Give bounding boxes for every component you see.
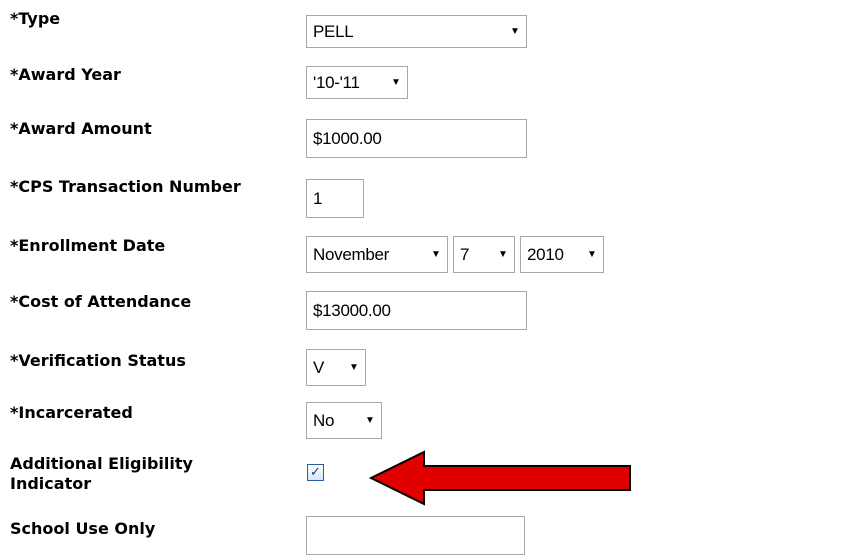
incarcerated-value: No <box>313 410 335 430</box>
cps-transaction-number-label: *CPS Transaction Number <box>10 177 241 196</box>
school-use-only-input[interactable] <box>306 516 525 555</box>
chevron-down-icon: ▼ <box>498 248 508 260</box>
cost-of-attendance-label: *Cost of Attendance <box>10 292 192 311</box>
additional-eligibility-checkbox[interactable]: ✓ <box>307 464 324 481</box>
chevron-down-icon: ▼ <box>349 361 359 373</box>
cps-transaction-number-value: 1 <box>313 188 323 208</box>
type-select-value: PELL <box>313 21 354 41</box>
enrollment-day-select[interactable]: 7 ▼ <box>453 236 515 273</box>
incarcerated-label: *Incarcerated <box>10 403 133 422</box>
additional-eligibility-label-line2: Indicator <box>10 474 92 493</box>
verification-status-value: V <box>313 357 325 377</box>
award-year-label: *Award Year <box>10 65 121 84</box>
enrollment-year-select[interactable]: 2010 ▼ <box>520 236 604 273</box>
chevron-down-icon: ▼ <box>587 248 597 260</box>
school-use-only-label: School Use Only <box>10 519 156 538</box>
chevron-down-icon: ▼ <box>510 25 520 37</box>
incarcerated-select[interactable]: No ▼ <box>306 402 382 439</box>
award-amount-label: *Award Amount <box>10 119 152 138</box>
type-select[interactable]: PELL ▼ <box>306 15 527 48</box>
award-year-select[interactable]: '10-'11 ▼ <box>306 66 408 99</box>
checkmark-icon: ✓ <box>310 465 321 480</box>
additional-eligibility-label-line1: Additional Eligibility <box>10 454 193 473</box>
chevron-down-icon: ▼ <box>431 248 441 260</box>
cost-of-attendance-input[interactable]: $13000.00 <box>306 291 527 330</box>
enrollment-month-select[interactable]: November ▼ <box>306 236 448 273</box>
chevron-down-icon: ▼ <box>365 414 375 426</box>
award-amount-value: $1000.00 <box>313 128 382 148</box>
award-amount-input[interactable]: $1000.00 <box>306 119 527 158</box>
cost-of-attendance-value: $13000.00 <box>313 300 391 320</box>
enrollment-day-value: 7 <box>460 244 470 264</box>
enrollment-date-label: *Enrollment Date <box>10 236 166 255</box>
chevron-down-icon: ▼ <box>391 76 401 88</box>
enrollment-month-value: November <box>313 244 390 264</box>
verification-status-select[interactable]: V ▼ <box>306 349 366 386</box>
red-arrow-icon <box>368 450 631 506</box>
type-label: *Type <box>10 9 61 28</box>
additional-eligibility-label: Additional Eligibility Indicator <box>10 454 193 494</box>
cps-transaction-number-input[interactable]: 1 <box>306 179 364 218</box>
award-year-select-value: '10-'11 <box>313 72 360 92</box>
enrollment-year-value: 2010 <box>527 244 564 264</box>
verification-status-label: *Verification Status <box>10 351 186 370</box>
